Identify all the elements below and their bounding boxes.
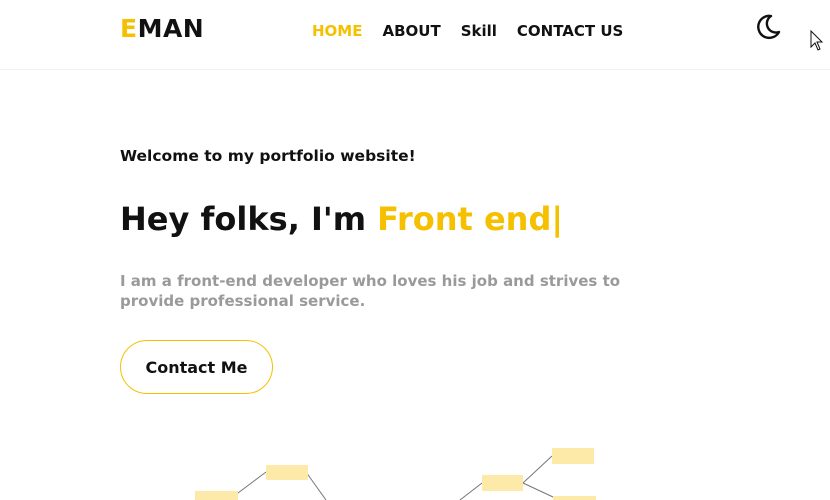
navbar: EMAN HOME ABOUT Skill CONTACT US <box>0 0 830 70</box>
tree-connector <box>233 471 267 497</box>
logo-accent-letter: E <box>120 14 138 43</box>
tree-node <box>266 465 308 480</box>
moon-icon[interactable] <box>752 12 782 42</box>
tree-node <box>553 496 596 500</box>
nav-home[interactable]: HOME <box>312 22 362 40</box>
nav-skill[interactable]: Skill <box>461 22 497 40</box>
tree-node <box>482 475 523 491</box>
logo-text: MAN <box>137 14 205 43</box>
tree-node <box>195 491 238 500</box>
mouse-cursor-icon <box>810 29 824 52</box>
hero-description: I am a front-end developer who loves his… <box>120 272 621 310</box>
nav-contact-us[interactable]: CONTACT US <box>517 22 623 40</box>
hero-typed-text: Front end| <box>377 200 564 238</box>
hero-heading-prefix: Hey folks, I'm <box>120 200 378 238</box>
tree-connector <box>305 471 327 500</box>
tree-connector <box>459 482 483 500</box>
tree-connector <box>522 482 554 498</box>
contact-me-button[interactable]: Contact Me <box>120 340 273 394</box>
hero-heading: Hey folks, I'm Front end| <box>120 200 563 238</box>
tree-connector <box>522 455 553 484</box>
welcome-text: Welcome to my portfolio website! <box>120 147 416 165</box>
site-logo[interactable]: EMAN <box>120 14 204 43</box>
nav-about[interactable]: ABOUT <box>382 22 440 40</box>
main-nav: HOME ABOUT Skill CONTACT US <box>312 22 623 40</box>
tree-node <box>552 448 594 464</box>
decorative-tree-illustration <box>195 448 596 500</box>
